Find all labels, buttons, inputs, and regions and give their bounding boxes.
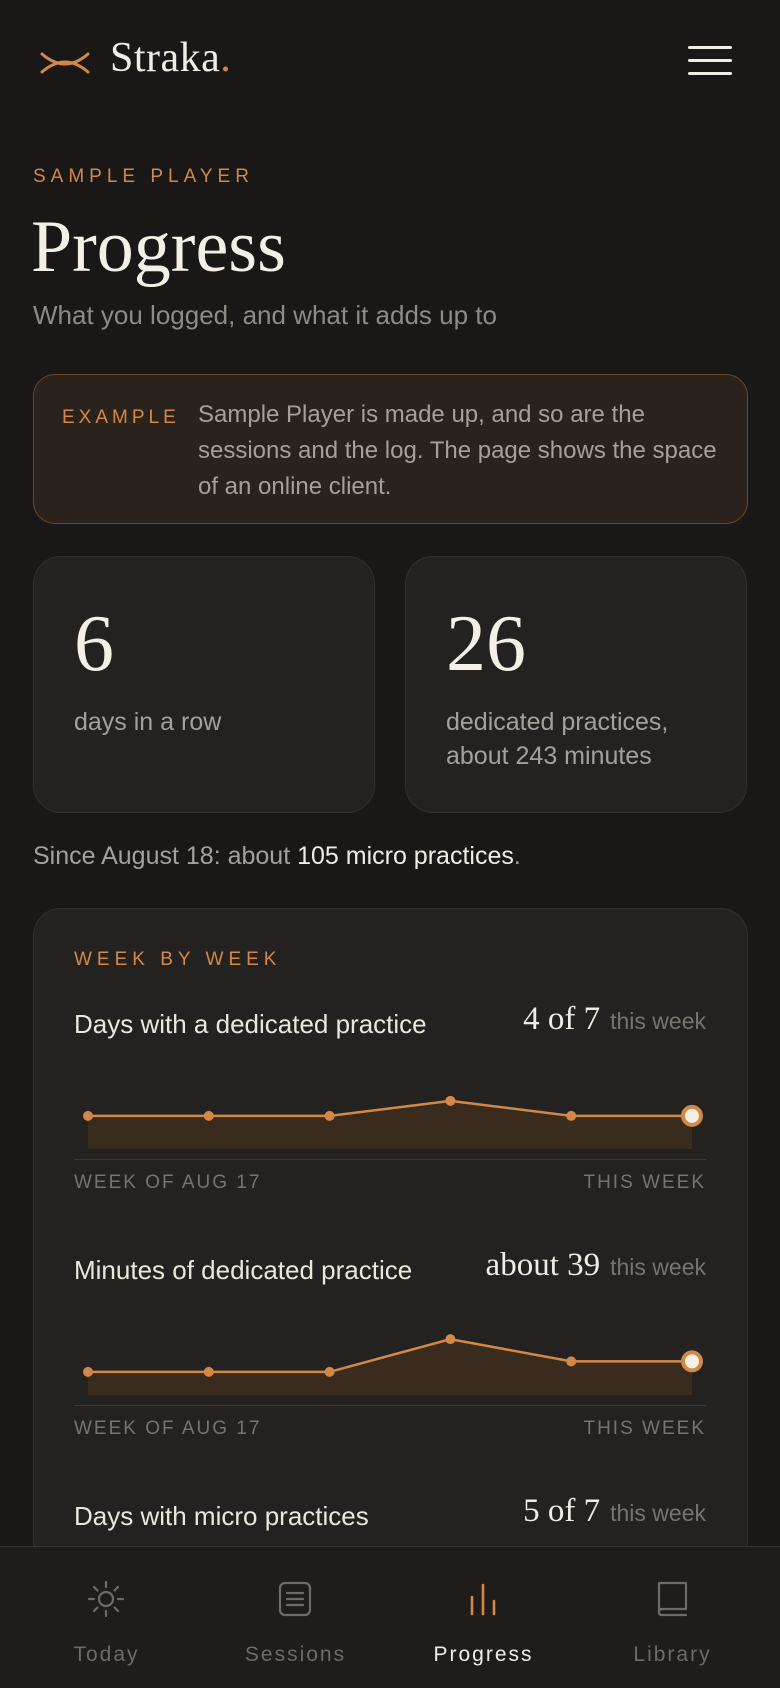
app-header: Straka. xyxy=(0,0,780,124)
since-prefix: Since August 18: about xyxy=(33,842,298,870)
week-by-week-card: WEEK BY WEEK Days with a dedicated pract… xyxy=(33,908,748,1568)
chart-point xyxy=(445,1334,456,1345)
practices-label: dedicated practices, about 243 minutes xyxy=(446,708,669,770)
axis-end-label: THIS WEEK xyxy=(583,1418,706,1439)
nav-label: Today xyxy=(73,1643,140,1666)
streak-card: 6 days in a row xyxy=(33,556,375,813)
chart-point xyxy=(203,1110,214,1121)
practices-value: 26 xyxy=(446,600,526,688)
chart-point xyxy=(324,1366,335,1377)
chart-point-current xyxy=(681,1350,703,1373)
chart-axis: WEEK OF AUG 17 THIS WEEK xyxy=(74,1159,706,1193)
chart-point xyxy=(203,1366,214,1377)
example-notice: EXAMPLE Sample Player is made up, and so… xyxy=(33,374,748,524)
metric-unit: this week xyxy=(610,1254,706,1280)
axis-start-label: WEEK OF AUG 17 xyxy=(74,1418,262,1439)
chart-area xyxy=(88,1339,692,1395)
chart-point xyxy=(445,1095,456,1106)
streak-label: days in a row xyxy=(74,708,222,736)
chart-point xyxy=(83,1366,93,1377)
chart-point xyxy=(566,1356,577,1367)
axis-end-label: THIS WEEK xyxy=(583,1172,706,1193)
page-title: Progress xyxy=(31,206,286,288)
chart-point-current xyxy=(681,1104,703,1127)
page-eyebrow: SAMPLE PLAYER xyxy=(33,166,254,187)
metric-value: 5 of 7 xyxy=(523,1493,601,1529)
chart-axis: WEEK OF AUG 17 THIS WEEK xyxy=(74,1405,706,1439)
since-suffix: . xyxy=(513,842,521,870)
notice-tag: EXAMPLE xyxy=(62,407,180,428)
metric-label: Days with micro practices xyxy=(74,1501,369,1531)
page-subtitle: What you logged, and what it adds up to xyxy=(33,300,497,330)
chart-point xyxy=(566,1110,577,1121)
nav-label: Sessions xyxy=(244,1643,347,1666)
nav-label: Library xyxy=(633,1643,712,1666)
metric-label: Minutes of dedicated practice xyxy=(74,1255,413,1285)
axis-start-label: WEEK OF AUG 17 xyxy=(74,1172,262,1193)
chart-point xyxy=(83,1110,93,1121)
nav-progress[interactable]: Progress xyxy=(386,1547,581,1688)
brand-logo[interactable]: Straka. xyxy=(110,34,231,82)
practices-card: 26 dedicated practices, about 243 minute… xyxy=(405,556,747,813)
metric-summary: 4 of 7 this week xyxy=(523,1001,706,1038)
nav-library[interactable]: Library xyxy=(575,1547,770,1688)
logo-mark-icon xyxy=(40,52,90,74)
chart-dedicated-minutes xyxy=(83,1334,703,1395)
streak-value: 6 xyxy=(74,600,114,688)
notice-text: Sample Player is made up, and so are the… xyxy=(198,401,717,500)
metric-value: 4 of 7 xyxy=(523,1001,601,1037)
chart-dedicated-days xyxy=(83,1095,703,1149)
brand-name: Straka xyxy=(110,35,221,81)
brand-dot: . xyxy=(220,35,232,81)
metric-label: Days with a dedicated practice xyxy=(74,1009,427,1039)
nav-sessions[interactable]: Sessions xyxy=(198,1547,393,1688)
nav-label: Progress xyxy=(433,1643,534,1666)
metric-unit: this week xyxy=(610,1500,706,1526)
chart-point xyxy=(324,1110,335,1121)
bar-chart-icon xyxy=(470,1583,496,1616)
bottom-navigation: Today Sessions Progress Library xyxy=(0,1546,780,1688)
week-by-week-title: WEEK BY WEEK xyxy=(74,949,282,970)
since-summary: Since August 18: about 105 micro practic… xyxy=(33,842,521,871)
book-icon xyxy=(657,1581,688,1617)
metric-unit: this week xyxy=(610,1008,706,1034)
document-icon xyxy=(278,1581,312,1617)
hamburger-menu-icon[interactable] xyxy=(686,44,734,78)
metric-value: about 39 xyxy=(485,1247,601,1283)
sun-icon xyxy=(87,1580,125,1618)
metric-summary: about 39 this week xyxy=(486,1247,706,1284)
metric-summary: 5 of 7 this week xyxy=(523,1493,706,1530)
since-highlight: 105 micro practices xyxy=(297,842,514,870)
nav-today[interactable]: Today xyxy=(9,1547,204,1688)
